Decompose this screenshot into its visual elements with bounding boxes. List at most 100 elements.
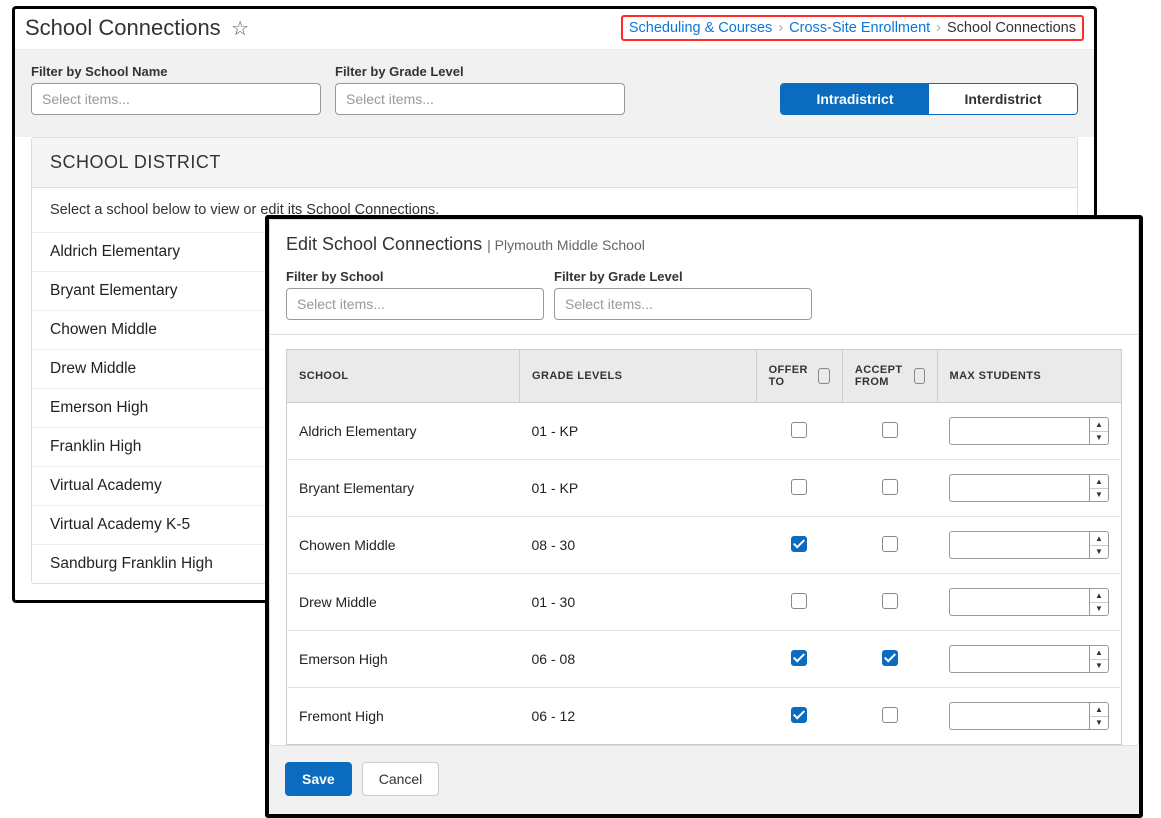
max-students-stepper[interactable]: ▲▼	[949, 702, 1109, 730]
filter-school-name: Filter by School Name Select items...	[31, 64, 321, 115]
overlay-filter-school-label: Filter by School	[286, 269, 544, 284]
max-students-stepper[interactable]: ▲▼	[949, 645, 1109, 673]
filter-grade-level-input[interactable]: Select items...	[335, 83, 625, 115]
spinner-down-icon[interactable]: ▼	[1090, 660, 1108, 673]
cell-max-students: ▲▼	[937, 688, 1122, 745]
cell-offer-to	[756, 403, 842, 460]
table-header-row: SCHOOL GRADE LEVELS OFFER TO ACCEPT FROM	[287, 350, 1122, 403]
cell-grade-levels: 01 - KP	[520, 460, 757, 517]
spinner-down-icon[interactable]: ▼	[1090, 717, 1108, 730]
filter-grade-level-label: Filter by Grade Level	[335, 64, 625, 79]
spinner-up-icon[interactable]: ▲	[1090, 703, 1108, 717]
max-students-stepper[interactable]: ▲▼	[949, 531, 1109, 559]
connections-table-wrap: SCHOOL GRADE LEVELS OFFER TO ACCEPT FROM	[270, 335, 1138, 745]
cell-school: Chowen Middle	[287, 517, 520, 574]
cancel-button[interactable]: Cancel	[362, 762, 440, 796]
filter-school-name-label: Filter by School Name	[31, 64, 321, 79]
overlay-title: Edit School Connections | Plymouth Middl…	[270, 220, 1138, 269]
cell-offer-to	[756, 517, 842, 574]
accept-from-checkbox[interactable]	[882, 422, 898, 438]
col-max-students[interactable]: MAX STUDENTS	[937, 350, 1122, 403]
cell-max-students: ▲▼	[937, 517, 1122, 574]
table-row: Bryant Elementary01 - KP ▲▼	[287, 460, 1122, 517]
offer-to-checkbox[interactable]	[791, 479, 807, 495]
toggle-intradistrict[interactable]: Intradistrict	[781, 84, 929, 114]
table-row: Drew Middle01 - 30▲▼	[287, 574, 1122, 631]
max-students-input[interactable]	[949, 474, 1089, 502]
offer-to-all-checkbox[interactable]	[818, 368, 830, 384]
breadcrumb-current: School Connections	[947, 20, 1076, 36]
offer-to-checkbox[interactable]	[791, 536, 807, 552]
spinner-up-icon[interactable]: ▲	[1090, 418, 1108, 432]
offer-to-checkbox[interactable]	[791, 650, 807, 666]
offer-to-checkbox[interactable]	[791, 422, 807, 438]
filter-school-name-input[interactable]: Select items...	[31, 83, 321, 115]
cell-accept-from	[842, 403, 937, 460]
overlay-filter-grade-input[interactable]: Select items...	[554, 288, 812, 320]
max-students-stepper[interactable]: ▲▼	[949, 474, 1109, 502]
page-title: School Connections	[25, 15, 221, 40]
max-students-stepper[interactable]: ▲▼	[949, 417, 1109, 445]
cell-max-students: ▲▼	[937, 574, 1122, 631]
cell-accept-from	[842, 517, 937, 574]
overlay-title-text: Edit School Connections	[286, 234, 482, 254]
spinner: ▲▼	[1089, 474, 1109, 502]
cell-school: Bryant Elementary	[287, 460, 520, 517]
breadcrumb-link-2[interactable]: Cross-Site Enrollment	[789, 20, 930, 36]
overlay-footer: Save Cancel	[269, 746, 1139, 800]
edit-connections-panel: Edit School Connections | Plymouth Middl…	[265, 215, 1143, 818]
accept-from-checkbox[interactable]	[882, 536, 898, 552]
save-button[interactable]: Save	[285, 762, 352, 796]
title-wrap: School Connections ☆	[25, 15, 249, 41]
max-students-input[interactable]	[949, 645, 1089, 673]
spinner-down-icon[interactable]: ▼	[1090, 546, 1108, 559]
overlay-filter-grade-label: Filter by Grade Level	[554, 269, 812, 284]
overlay-filter-school: Filter by School Select items...	[286, 269, 544, 320]
spinner-down-icon[interactable]: ▼	[1090, 489, 1108, 502]
edit-connections-inner: Edit School Connections | Plymouth Middl…	[269, 219, 1139, 746]
spinner: ▲▼	[1089, 417, 1109, 445]
cell-offer-to	[756, 688, 842, 745]
spinner-up-icon[interactable]: ▲	[1090, 475, 1108, 489]
max-students-input[interactable]	[949, 417, 1089, 445]
offer-to-checkbox[interactable]	[791, 707, 807, 723]
accept-from-all-checkbox[interactable]	[914, 368, 925, 384]
accept-from-checkbox[interactable]	[882, 650, 898, 666]
col-grade-levels[interactable]: GRADE LEVELS	[520, 350, 757, 403]
spinner-up-icon[interactable]: ▲	[1090, 646, 1108, 660]
accept-from-checkbox[interactable]	[882, 707, 898, 723]
spinner-down-icon[interactable]: ▼	[1090, 603, 1108, 616]
chevron-right-icon: ›	[936, 20, 941, 36]
max-students-input[interactable]	[949, 588, 1089, 616]
cell-accept-from	[842, 460, 937, 517]
spinner: ▲▼	[1089, 531, 1109, 559]
breadcrumb-link-1[interactable]: Scheduling & Courses	[629, 20, 772, 36]
overlay-filter-school-input[interactable]: Select items...	[286, 288, 544, 320]
spinner: ▲▼	[1089, 702, 1109, 730]
spinner: ▲▼	[1089, 588, 1109, 616]
max-students-input[interactable]	[949, 702, 1089, 730]
section-heading: SCHOOL DISTRICT	[32, 138, 1077, 188]
district-toggle: Intradistrict Interdistrict	[780, 83, 1078, 115]
spinner-up-icon[interactable]: ▲	[1090, 589, 1108, 603]
cell-max-students: ▲▼	[937, 460, 1122, 517]
max-students-stepper[interactable]: ▲▼	[949, 588, 1109, 616]
table-row: Emerson High06 - 08▲▼	[287, 631, 1122, 688]
accept-from-checkbox[interactable]	[882, 479, 898, 495]
cell-grade-levels: 06 - 12	[520, 688, 757, 745]
cell-accept-from	[842, 631, 937, 688]
toggle-interdistrict[interactable]: Interdistrict	[929, 84, 1077, 114]
spinner-up-icon[interactable]: ▲	[1090, 532, 1108, 546]
overlay-filter-row: Filter by School Select items... Filter …	[270, 269, 1138, 335]
offer-to-checkbox[interactable]	[791, 593, 807, 609]
cell-max-students: ▲▼	[937, 403, 1122, 460]
cell-school: Emerson High	[287, 631, 520, 688]
accept-from-checkbox[interactable]	[882, 593, 898, 609]
col-school[interactable]: SCHOOL	[287, 350, 520, 403]
spinner-down-icon[interactable]: ▼	[1090, 432, 1108, 445]
cell-school: Drew Middle	[287, 574, 520, 631]
star-icon[interactable]: ☆	[231, 18, 249, 40]
spinner: ▲▼	[1089, 645, 1109, 673]
max-students-input[interactable]	[949, 531, 1089, 559]
cell-accept-from	[842, 574, 937, 631]
